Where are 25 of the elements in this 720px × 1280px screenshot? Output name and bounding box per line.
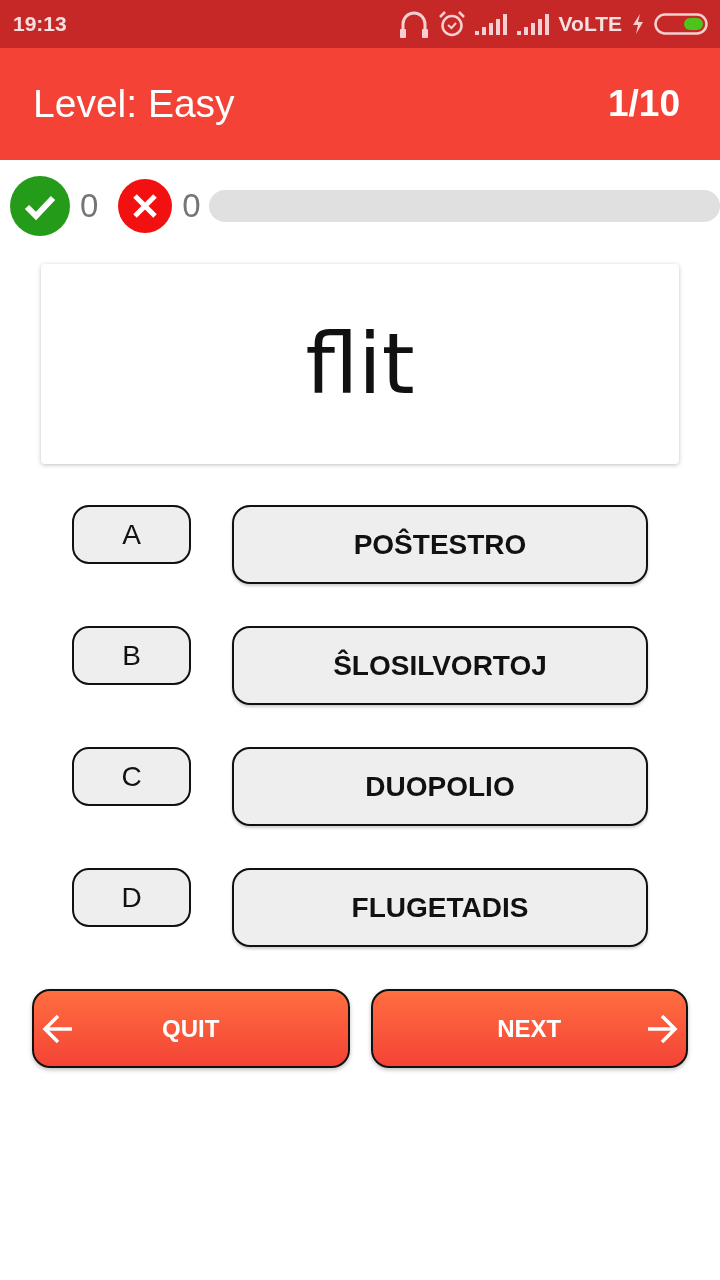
status-time: 19:13 — [13, 12, 67, 36]
answer-button[interactable]: FLUGETADIS — [232, 868, 648, 947]
cross-icon — [118, 179, 173, 233]
headphones-icon — [398, 10, 429, 38]
question-word: flit — [305, 315, 415, 413]
arrow-right-icon — [646, 1012, 678, 1045]
correct-count: 0 — [80, 187, 99, 225]
signal-bars-icon — [516, 13, 549, 35]
lightning-bolt-icon — [632, 14, 644, 34]
answer-button[interactable]: POŜTESTRO — [232, 505, 648, 584]
battery-icon — [654, 13, 708, 35]
arrow-left-icon — [42, 1012, 74, 1045]
wrong-count: 0 — [182, 187, 201, 225]
network-label: VoLTE — [558, 12, 622, 36]
alarm-clock-icon — [438, 11, 465, 37]
signal-bars-icon — [474, 13, 507, 35]
option-letter-button[interactable]: D — [72, 868, 191, 927]
answer-button[interactable]: DUOPOLIO — [232, 747, 648, 826]
option-letter-button[interactable]: B — [72, 626, 191, 685]
question-counter: 1/10 — [608, 83, 680, 125]
level-title: Level: Easy — [33, 82, 235, 126]
option-letter-button[interactable]: C — [72, 747, 191, 806]
check-icon — [10, 176, 70, 236]
answer-button[interactable]: ŜLOSILVORTOJ — [232, 626, 648, 705]
option-letter-button[interactable]: A — [72, 505, 191, 564]
